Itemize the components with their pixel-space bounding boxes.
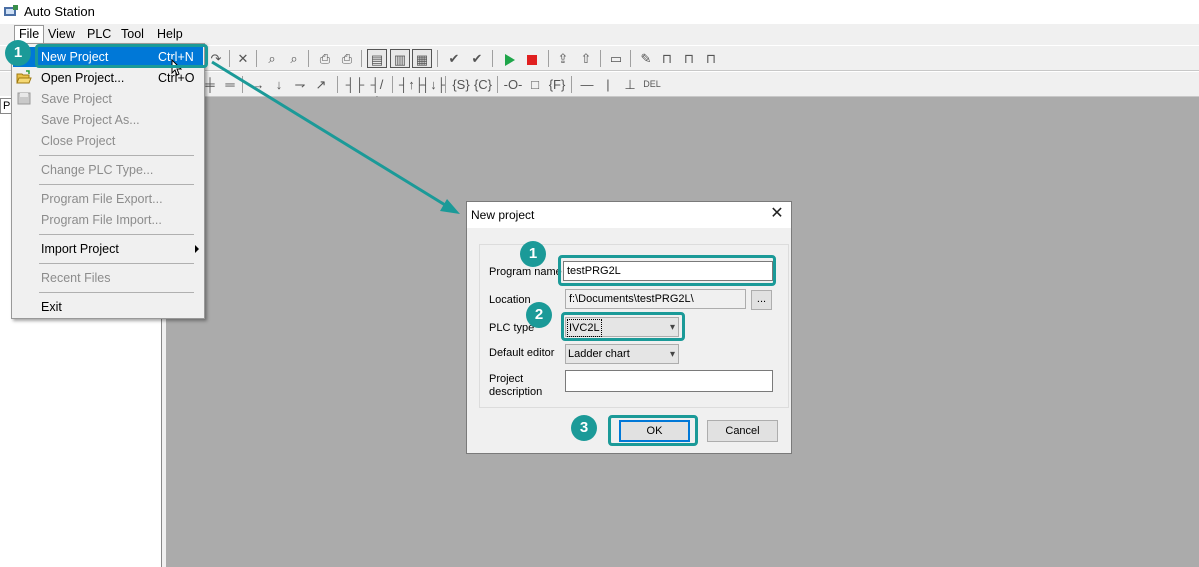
callout-arrow [211,60,460,214]
